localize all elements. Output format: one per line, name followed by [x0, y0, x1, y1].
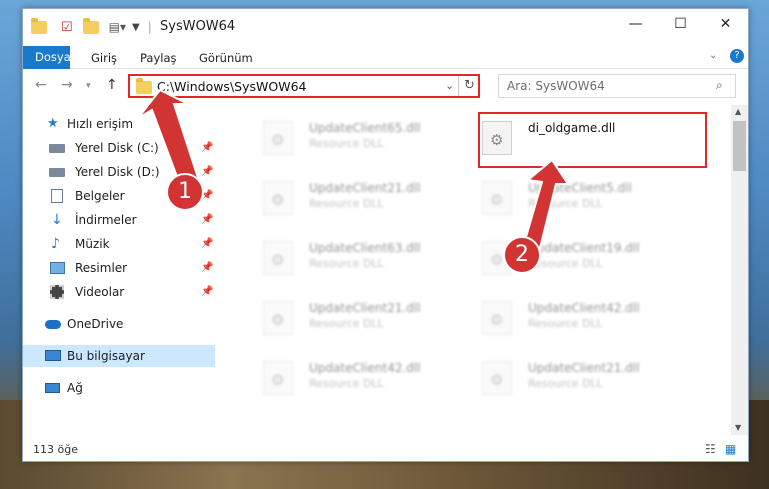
tab-view[interactable]: Görünüm: [189, 47, 263, 69]
pin-icon[interactable]: 📌: [201, 137, 213, 159]
pin-icon[interactable]: 📌: [201, 233, 213, 255]
file-item[interactable]: UpdateClient5.dll Resource DLL: [462, 171, 692, 221]
search-icon[interactable]: ⌕: [716, 78, 723, 93]
minimize-button[interactable]: —: [613, 9, 658, 39]
pin-icon[interactable]: 📌: [201, 161, 213, 183]
tab-file[interactable]: Dosya: [23, 46, 71, 69]
help-icon[interactable]: ?: [730, 49, 744, 63]
dll-file-icon: [263, 241, 293, 275]
nav-item-quick-access[interactable]: ★ Hızlı erişim: [23, 113, 215, 135]
explorer-window: ☑ ▤▾ ▼ | SysWOW64 — ☐ ✕ Dosya Giriş Payl…: [22, 8, 749, 462]
file-item[interactable]: UpdateClient63.dll Resource DLL: [243, 231, 473, 281]
videos-icon: [50, 285, 64, 299]
up-button[interactable]: ↑: [106, 77, 118, 93]
file-item[interactable]: UpdateClient21.dll Resource DLL: [243, 291, 473, 341]
nav-item-music[interactable]: ♪ Müzik 📌: [23, 233, 215, 255]
status-bar: 113 öğe ☷ ▦: [23, 439, 748, 461]
new-folder-icon[interactable]: [82, 17, 99, 34]
search-placeholder: Ara: SysWOW64: [507, 79, 605, 93]
navigation-pane: ★ Hızlı erişim Yerel Disk (C:) 📌 Yerel D…: [23, 109, 215, 435]
nav-item-downloads[interactable]: ↓ İndirmeler 📌: [23, 209, 215, 231]
network-icon: [45, 383, 60, 393]
recent-dropdown-icon[interactable]: ▾: [86, 81, 91, 91]
forward-button[interactable]: →: [61, 77, 73, 93]
download-icon: ↓: [51, 212, 63, 228]
file-item[interactable]: UpdateClient19.dll Resource DLL: [462, 231, 692, 281]
details-view-icon[interactable]: ☷: [705, 442, 716, 456]
address-path[interactable]: C:\Windows\SysWOW64: [157, 79, 306, 94]
dll-file-icon: [482, 181, 512, 215]
dll-file-icon: [263, 361, 293, 395]
tab-home[interactable]: Giriş: [81, 47, 127, 69]
close-button[interactable]: ✕: [703, 9, 748, 39]
music-icon: ♪: [51, 236, 60, 252]
back-button[interactable]: ←: [35, 77, 47, 93]
ribbon: Dosya Giriş Paylaş Görünüm ⌄ ?: [23, 43, 748, 69]
folder-icon: [31, 17, 47, 34]
computer-icon: [45, 350, 61, 361]
nav-item-pictures[interactable]: Resimler 📌: [23, 257, 215, 279]
file-item[interactable]: UpdateClient21.dll Resource DLL: [243, 171, 473, 221]
maximize-button[interactable]: ☐: [658, 9, 703, 39]
separator: |: [147, 20, 152, 34]
quick-access-toolbar: ☑ ▤▾ ▼ |: [31, 17, 152, 36]
documents-icon: [51, 189, 63, 203]
dll-file-icon: [482, 301, 512, 335]
nav-item-videos[interactable]: Videolar 📌: [23, 281, 215, 303]
file-item[interactable]: UpdateClient42.dll Resource DLL: [243, 351, 473, 401]
pictures-icon: [50, 262, 65, 274]
item-count: 113 öğe: [33, 443, 78, 456]
chevron-down-icon[interactable]: ▼: [132, 22, 140, 33]
step-marker-2: 2: [503, 236, 541, 274]
scroll-up-icon[interactable]: ▲: [735, 107, 741, 116]
folder-icon: [136, 78, 152, 94]
refresh-icon[interactable]: ↻: [464, 78, 475, 93]
dll-file-icon: [263, 121, 293, 155]
file-highlight-box: [478, 112, 707, 168]
pin-icon[interactable]: 📌: [201, 281, 213, 303]
drive-icon: [49, 168, 65, 177]
scrollbar-thumb[interactable]: [733, 121, 746, 171]
vertical-scrollbar[interactable]: ▲ ▼: [731, 105, 748, 435]
dll-file-icon: [482, 361, 512, 395]
tab-share[interactable]: Paylaş: [130, 47, 187, 69]
file-item[interactable]: UpdateClient65.dll Resource DLL: [243, 111, 473, 161]
pin-icon[interactable]: 📌: [201, 209, 213, 231]
dll-file-icon: [263, 301, 293, 335]
file-item[interactable]: UpdateClient21.dll Resource DLL: [462, 351, 692, 401]
scroll-down-icon[interactable]: ▼: [735, 423, 741, 432]
customize-toolbar-icon[interactable]: ▤▾: [109, 20, 126, 34]
properties-icon[interactable]: ☑: [61, 20, 73, 35]
address-bar[interactable]: C:\Windows\SysWOW64 ⌄ ↻: [128, 74, 480, 98]
dll-file-icon: [263, 181, 293, 215]
nav-item-this-pc[interactable]: Bu bilgisayar: [23, 345, 215, 367]
file-item[interactable]: UpdateClient42.dll Resource DLL: [462, 291, 692, 341]
cloud-icon: [45, 320, 61, 329]
drive-icon: [49, 144, 65, 153]
title-bar: ☑ ▤▾ ▼ | SysWOW64 — ☐ ✕: [23, 9, 748, 43]
ribbon-expand-icon[interactable]: ⌄: [709, 50, 717, 61]
large-icons-view-icon[interactable]: ▦: [725, 442, 736, 456]
search-box[interactable]: Ara: SysWOW64 ⌕: [498, 74, 736, 98]
pin-icon[interactable]: 📌: [201, 257, 213, 279]
nav-item-network[interactable]: Ağ: [23, 377, 215, 399]
window-title: SysWOW64: [160, 19, 236, 34]
address-dropdown-icon[interactable]: ⌄: [445, 79, 454, 92]
star-icon: ★: [47, 116, 59, 131]
nav-item-disk-c[interactable]: Yerel Disk (C:) 📌: [23, 137, 215, 159]
step-marker-1: 1: [166, 173, 204, 211]
address-row: ← → ▾ ↑ C:\Windows\SysWOW64 ⌄ ↻ Ara: Sys…: [23, 71, 748, 101]
nav-item-onedrive[interactable]: OneDrive: [23, 313, 215, 335]
